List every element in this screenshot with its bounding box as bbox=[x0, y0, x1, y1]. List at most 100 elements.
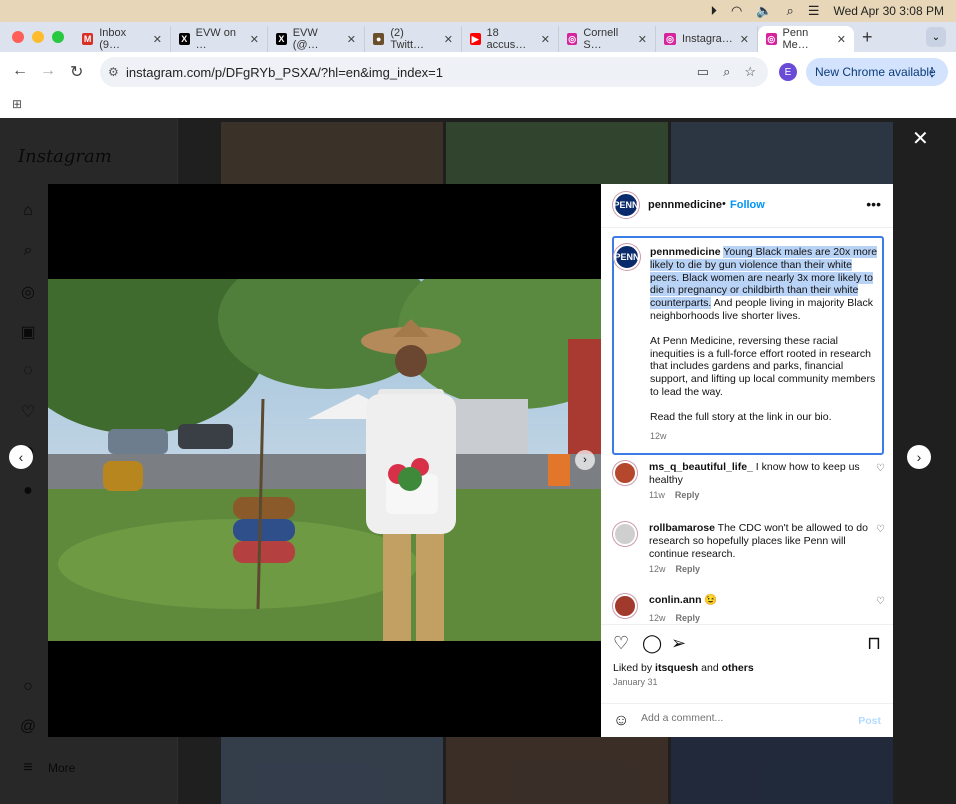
pennmedicine-avatar[interactable]: PENN bbox=[614, 244, 640, 270]
post-author-username[interactable]: pennmedicine bbox=[648, 199, 722, 211]
post-actions: ♡ ◯ ➢ ⊓ Liked by itsquesh and others Jan… bbox=[601, 624, 893, 737]
zoom-icon[interactable]: ⌕ bbox=[723, 64, 730, 80]
likes-summary: Liked by itsquesh and others bbox=[613, 662, 754, 674]
bookmark-star-icon[interactable]: ☆ bbox=[744, 64, 756, 80]
address-bar[interactable]: ⚙ instagram.com/p/DFgRYb_PSXA/?hl=en&img… bbox=[100, 57, 768, 87]
post-photo[interactable]: › bbox=[48, 279, 601, 641]
chrome-update-button[interactable]: New Chrome available ⋮ bbox=[806, 58, 948, 86]
tab-x-2[interactable]: X EVW (@… ✕ bbox=[268, 26, 365, 52]
comment-username[interactable]: rollbamarose bbox=[649, 522, 715, 534]
reply-button[interactable]: Reply bbox=[675, 490, 700, 500]
close-tab-icon[interactable]: ✕ bbox=[541, 33, 550, 46]
tab-gmail[interactable]: M Inbox (9… ✕ bbox=[74, 26, 171, 52]
close-tab-icon[interactable]: ✕ bbox=[638, 33, 647, 46]
media-control-icon[interactable]: ⏵ bbox=[711, 3, 718, 19]
tab-title: EVW on … bbox=[195, 27, 236, 51]
liked-by-others[interactable]: others bbox=[722, 662, 754, 674]
new-tab-button[interactable]: + bbox=[862, 27, 873, 48]
tab-x-1[interactable]: X EVW on … ✕ bbox=[171, 26, 268, 52]
reload-icon[interactable]: ↻ bbox=[70, 62, 83, 82]
tab-instagram-cornell[interactable]: ◎ Cornell S… ✕ bbox=[559, 26, 656, 52]
tab-strip: M Inbox (9… ✕ X EVW on … ✕ X EVW (@… ✕ ●… bbox=[0, 22, 956, 52]
tab-youtube[interactable]: ▶ 18 accus… ✕ bbox=[462, 26, 559, 52]
tab-title: Penn Me… bbox=[782, 27, 809, 51]
url-text[interactable]: instagram.com/p/DFgRYb_PSXA/?hl=en&img_i… bbox=[126, 65, 443, 80]
emoji-picker-icon[interactable]: ☺ bbox=[613, 712, 629, 730]
browser-chrome: M Inbox (9… ✕ X EVW on … ✕ X EVW (@… ✕ ●… bbox=[0, 22, 956, 118]
share-send-icon[interactable]: ➢ bbox=[671, 633, 686, 654]
x-favicon-icon: X bbox=[276, 33, 287, 45]
tab-title: 18 accus… bbox=[486, 27, 527, 51]
apps-grid-icon[interactable]: ⊞ bbox=[12, 97, 22, 111]
caption-age[interactable]: 12w bbox=[650, 431, 667, 441]
forward-arrow-icon[interactable]: → bbox=[40, 62, 56, 80]
close-tab-icon[interactable]: ✕ bbox=[347, 33, 356, 46]
post-date[interactable]: January 31 bbox=[613, 677, 658, 687]
close-tab-icon[interactable]: ✕ bbox=[444, 33, 453, 46]
reply-button[interactable]: Reply bbox=[676, 613, 701, 623]
close-tab-icon[interactable]: ✕ bbox=[837, 33, 846, 46]
minimize-window-button[interactable] bbox=[32, 31, 44, 43]
liked-by-user[interactable]: itsquesh bbox=[655, 662, 698, 674]
x-favicon-icon: X bbox=[179, 33, 190, 45]
comment-username[interactable]: conlin.ann bbox=[649, 594, 702, 606]
post-media: › bbox=[48, 184, 601, 737]
volume-icon[interactable]: 🔈 bbox=[756, 3, 772, 19]
close-tab-icon[interactable]: ✕ bbox=[740, 33, 749, 46]
add-comment-bar: ☺ Post bbox=[601, 703, 893, 738]
pennmedicine-avatar[interactable]: PENN bbox=[613, 192, 639, 218]
save-bookmark-icon[interactable]: ⊓ bbox=[867, 633, 881, 654]
add-comment-input[interactable] bbox=[641, 712, 841, 724]
tab-twitter[interactable]: ● (2) Twitt… ✕ bbox=[365, 26, 462, 52]
comment-item: ms_q_beautiful_life_ I know how to keep … bbox=[613, 461, 885, 506]
post-details-panel: PENN pennmedicine • Follow ••• PENN penn… bbox=[601, 184, 893, 737]
post-comment-button[interactable]: Post bbox=[858, 715, 881, 727]
close-tab-icon[interactable]: ✕ bbox=[153, 33, 162, 46]
caption-username[interactable]: pennmedicine bbox=[650, 246, 721, 258]
back-arrow-icon[interactable]: ← bbox=[12, 62, 28, 80]
like-comment-heart-icon[interactable]: ♡ bbox=[876, 524, 885, 535]
tab-search-chevron-icon[interactable]: ⌄ bbox=[926, 27, 946, 47]
tab-title: Inbox (9… bbox=[99, 27, 127, 51]
gmail-favicon-icon: M bbox=[82, 33, 94, 45]
spotlight-search-icon[interactable]: ⌕ bbox=[787, 3, 794, 19]
tab-penn-medicine-active[interactable]: ◎ Penn Me… ✕ bbox=[758, 26, 854, 52]
tab-title: Instagra… bbox=[682, 33, 733, 45]
site-info-icon[interactable]: ⚙ bbox=[108, 65, 119, 79]
zoom-window-button[interactable] bbox=[52, 31, 64, 43]
close-modal-icon[interactable]: ✕ bbox=[912, 126, 929, 151]
wifi-icon[interactable]: ◠ bbox=[731, 3, 742, 19]
control-center-icon[interactable]: ☰ bbox=[808, 3, 820, 19]
tab-title: EVW (@… bbox=[292, 27, 319, 51]
close-window-button[interactable] bbox=[12, 31, 24, 43]
post-photo-illustration bbox=[48, 279, 601, 641]
menubar-datetime[interactable]: Wed Apr 30 3:08 PM bbox=[833, 4, 944, 18]
previous-post-arrow-icon[interactable]: ‹ bbox=[9, 445, 33, 469]
cast-icon[interactable]: ▭ bbox=[697, 64, 709, 80]
comment-text: rollbamarose The CDC won't be allowed to… bbox=[649, 522, 868, 560]
close-tab-icon[interactable]: ✕ bbox=[250, 33, 259, 46]
comment-username[interactable]: ms_q_beautiful_life_ bbox=[649, 461, 753, 473]
reply-button[interactable]: Reply bbox=[676, 564, 701, 574]
follow-button[interactable]: Follow bbox=[730, 199, 765, 211]
profile-avatar[interactable]: E bbox=[779, 63, 797, 81]
browser-toolbar: ← → ↻ ⚙ instagram.com/p/DFgRYb_PSXA/?hl=… bbox=[0, 52, 956, 92]
commenter-avatar[interactable] bbox=[613, 522, 637, 546]
like-comment-heart-icon[interactable]: ♡ bbox=[876, 463, 885, 474]
more-options-icon[interactable]: ••• bbox=[866, 196, 881, 212]
tab-instagram[interactable]: ◎ Instagra… ✕ bbox=[656, 26, 758, 52]
youtube-favicon-icon: ▶ bbox=[470, 33, 481, 45]
comment-bubble-icon[interactable]: ◯ bbox=[642, 633, 662, 654]
like-comment-heart-icon[interactable]: ♡ bbox=[876, 596, 885, 607]
instagram-favicon-icon: ◎ bbox=[766, 33, 777, 45]
next-post-arrow-icon[interactable]: › bbox=[907, 445, 931, 469]
like-heart-icon[interactable]: ♡ bbox=[613, 633, 629, 654]
tab-title: Cornell S… bbox=[583, 27, 619, 51]
commenter-avatar[interactable] bbox=[613, 461, 637, 485]
commenter-avatar[interactable] bbox=[613, 594, 637, 618]
comment-item: rollbamarose The CDC won't be allowed to… bbox=[613, 522, 885, 582]
next-image-arrow-icon[interactable]: › bbox=[575, 450, 595, 470]
page-viewport: Instagram ⌂ ⌕ ◎ ▣ ◌ ♡ ⊕ ● ○ @ ≡ More ✕ ‹… bbox=[0, 118, 956, 804]
kebab-menu-icon[interactable]: ⋮ bbox=[926, 65, 938, 79]
comment-text: ms_q_beautiful_life_ I know how to keep … bbox=[649, 461, 860, 486]
